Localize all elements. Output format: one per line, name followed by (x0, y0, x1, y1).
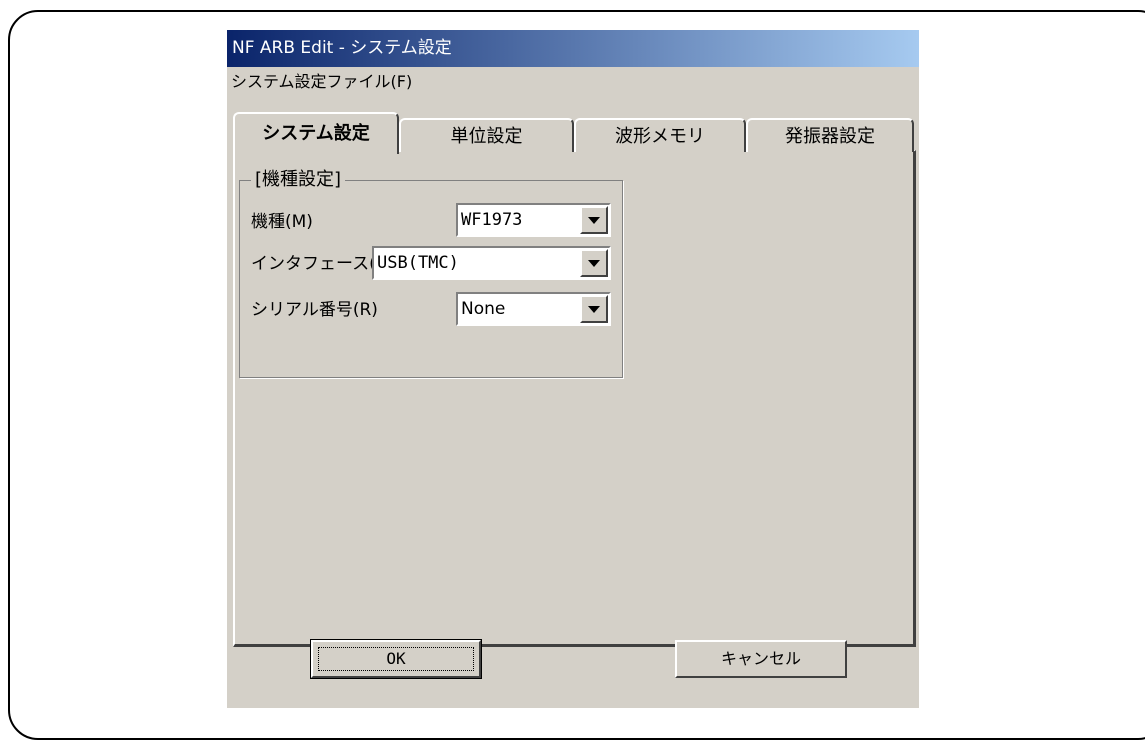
serial-number-combobox[interactable]: None (456, 292, 611, 326)
ok-focus-rect: OK (318, 647, 474, 671)
tab-waveform-memory[interactable]: 波形メモリ (574, 118, 746, 152)
tab-unit-settings[interactable]: 単位設定 (399, 118, 574, 152)
window-title: NF ARB Edit - システム設定 (232, 38, 452, 58)
chevron-down-icon (588, 306, 600, 313)
tab-label: 発振器設定 (785, 126, 875, 147)
chevron-down-icon (588, 217, 600, 224)
cancel-button[interactable]: キャンセル (675, 640, 847, 678)
title-bar: NF ARB Edit - システム設定 (227, 30, 919, 67)
model-value: WF1973 (461, 210, 523, 230)
tab-label: 単位設定 (450, 126, 523, 147)
chevron-down-icon (588, 260, 600, 267)
serial-number-label: シリアル番号(R) (251, 300, 378, 320)
model-dropdown-button[interactable] (580, 206, 608, 234)
menu-bar: システム設定ファイル(F) (227, 67, 919, 97)
tab-oscillator-settings[interactable]: 発振器設定 (746, 118, 914, 152)
tab-label: システム設定 (262, 123, 370, 144)
serial-number-dropdown-button[interactable] (580, 295, 608, 323)
interface-dropdown-button[interactable] (580, 249, 608, 277)
ok-label: OK (386, 649, 406, 668)
serial-number-value: None (461, 299, 506, 319)
interface-label: インタフェース(I) (251, 254, 388, 274)
model-settings-group-title: [機種設定] (251, 169, 346, 191)
tab-system-settings[interactable]: システム設定 (233, 112, 399, 154)
interface-combobox[interactable]: USB(TMC) (372, 246, 611, 280)
menu-system-settings-file[interactable]: システム設定ファイル(F) (231, 72, 412, 91)
tab-label: 波形メモリ (615, 126, 705, 147)
system-settings-dialog: NF ARB Edit - システム設定 システム設定ファイル(F) システム設… (227, 30, 919, 708)
ok-button[interactable]: OK (310, 639, 482, 679)
model-label: 機種(M) (251, 212, 313, 232)
cancel-label: キャンセル (720, 649, 801, 668)
model-combobox[interactable]: WF1973 (456, 203, 611, 237)
interface-value: USB(TMC) (377, 253, 459, 273)
